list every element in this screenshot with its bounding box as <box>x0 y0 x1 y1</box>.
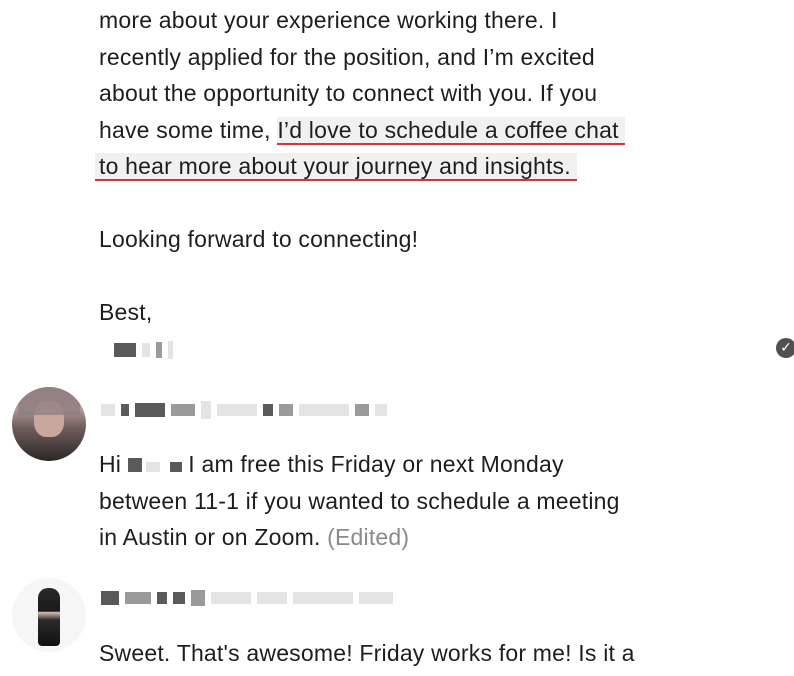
redacted-pixel <box>171 404 195 416</box>
redacted-pixel <box>125 592 151 604</box>
redacted-pixel <box>355 404 369 416</box>
redacted-pixel <box>257 592 287 604</box>
redacted-pixel <box>201 401 211 419</box>
grammar-highlight-continued[interactable]: to hear more about your journey and insi… <box>95 153 577 181</box>
message-1-closing: Looking forward to connecting! <box>99 226 419 252</box>
message-3-line-1: Sweet. That's awesome! Friday works for … <box>99 640 635 666</box>
grammar-highlight[interactable]: I’d love to schedule a coffee chat <box>277 116 625 145</box>
redacted-pixel <box>101 591 119 605</box>
redacted-pixel <box>217 404 257 416</box>
redacted-pixel <box>263 404 273 416</box>
redacted-pixel <box>279 404 293 416</box>
redacted-pixel <box>127 457 142 472</box>
message-1-signoff: Best, <box>99 299 153 325</box>
message-2-line-2: between 11-1 if you wanted to schedule a… <box>99 487 620 514</box>
redacted-pixel <box>191 590 205 606</box>
message-thread: more about your experience working there… <box>0 0 794 676</box>
redacted-recipient-name <box>127 446 182 483</box>
redacted-pixel <box>121 404 129 416</box>
redacted-signature <box>114 341 173 359</box>
redacted-pixel <box>135 403 165 417</box>
edited-label: (Edited) <box>327 524 410 550</box>
message-1-line-2: recently applied for the position, and I… <box>99 43 595 70</box>
message-1-line-4: have some time, I’d love to schedule a c… <box>99 112 625 149</box>
message-2-greeting: Hi <box>99 451 128 477</box>
redacted-pixel <box>114 343 136 357</box>
redacted-sender-name[interactable] <box>101 590 393 606</box>
message-2-line-1-text: I am free this Friday or next Monday <box>181 451 564 477</box>
sender-avatar[interactable] <box>12 578 86 652</box>
redacted-pixel <box>211 592 251 604</box>
message-2-line-3: in Austin or on Zoom. (Edited) <box>99 519 409 556</box>
message-1-line-3: about the opportunity to connect with yo… <box>99 80 598 106</box>
sender-avatar[interactable] <box>12 387 86 461</box>
redacted-pixel <box>101 404 115 416</box>
redacted-pixel <box>375 404 387 416</box>
check-circle-icon: ✓ <box>776 338 794 358</box>
message-1-line-1: more about your experience working there… <box>99 7 558 33</box>
redacted-pixel <box>156 342 162 358</box>
redacted-pixel <box>359 592 393 604</box>
message-1-line-5: to hear more about your journey and insi… <box>95 148 577 185</box>
avatar-figure <box>38 588 60 646</box>
message-1-line-4-text: have some time, <box>99 116 278 143</box>
redacted-pixel <box>142 343 150 357</box>
redacted-pixel <box>293 592 353 604</box>
redacted-pixel <box>145 461 160 472</box>
redacted-pixel <box>173 592 185 604</box>
redacted-sender-name[interactable] <box>101 401 387 419</box>
redacted-pixel <box>169 461 182 472</box>
redacted-pixel <box>168 341 173 359</box>
redacted-pixel <box>299 404 349 416</box>
message-2-line-1: Hi I am free this Friday or next Monday <box>99 446 564 484</box>
redacted-pixel <box>157 592 167 604</box>
message-2-line-3-text: in Austin or on Zoom. <box>99 524 328 550</box>
